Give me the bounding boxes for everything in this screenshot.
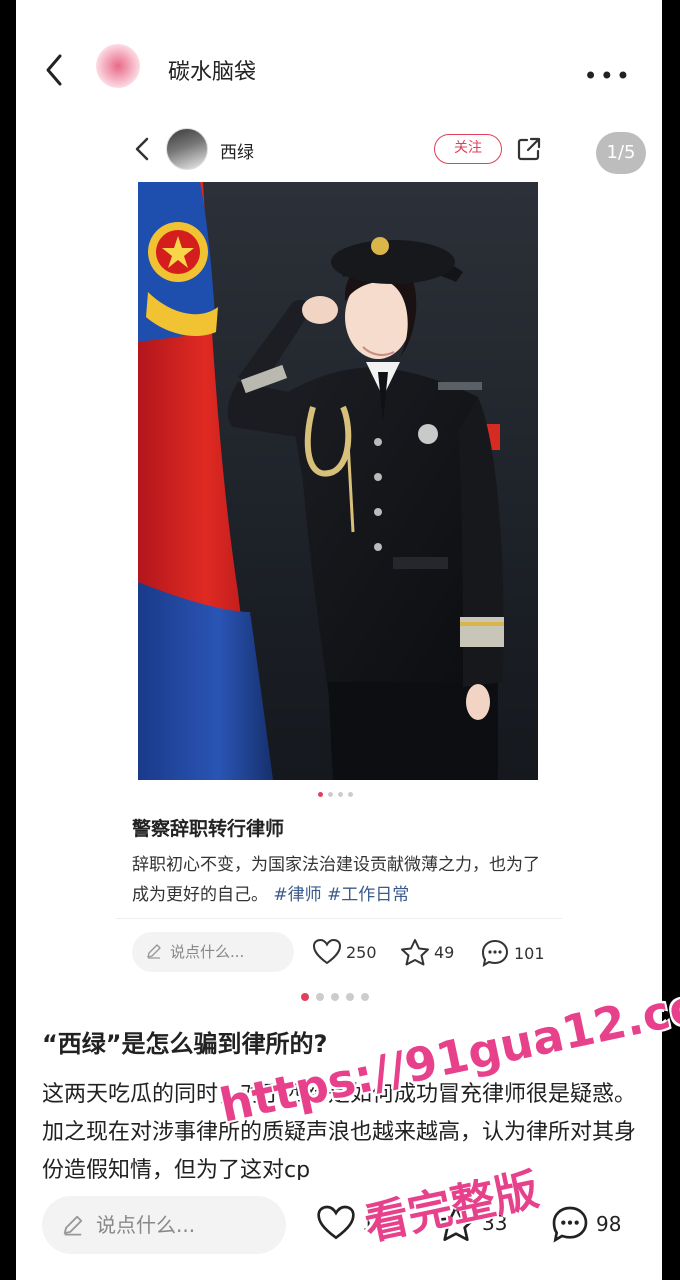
carousel-dot <box>338 792 343 797</box>
comment-bubble-icon <box>552 1206 588 1243</box>
author-avatar[interactable] <box>166 128 208 170</box>
carousel-dot <box>301 993 309 1001</box>
author-name[interactable]: 西绿 <box>220 138 254 163</box>
comment-bubble-icon <box>481 939 509 967</box>
comment-count: 98 <box>596 1212 622 1236</box>
post-tag-lawyer[interactable]: #律师 <box>273 885 321 905</box>
post-body: 辞职初心不变，为国家法治建设贡献微薄之力，也为了成为更好的自己。 #律师 #工作… <box>132 850 552 910</box>
bottom-bar: 说点什么... 118 33 98 <box>16 1180 662 1280</box>
heart-icon <box>317 1205 355 1240</box>
post-back-icon[interactable] <box>132 134 152 164</box>
post-favorite-count: 49 <box>434 942 455 962</box>
screen: 碳水脑袋 ••• 西绿 关注 1/5 警察辞职转行律师 辞职初心不变，为国家法治… <box>16 0 662 1280</box>
post-carousel-dots <box>318 792 353 797</box>
post-favorite-button[interactable]: 49 <box>400 938 454 966</box>
post-comment-count: 101 <box>514 943 545 963</box>
account-name[interactable]: 碳水脑袋 <box>168 54 256 86</box>
carousel-dot <box>316 993 324 1001</box>
back-icon[interactable] <box>40 50 70 90</box>
carousel-dot <box>361 993 369 1001</box>
top-bar: 碳水脑袋 ••• <box>16 30 662 110</box>
post-comment-button[interactable]: 101 <box>480 938 545 968</box>
follow-button[interactable]: 关注 <box>434 134 502 164</box>
article-carousel-dots <box>301 993 369 1001</box>
post-header: 西绿 关注 <box>126 126 546 176</box>
comment-button[interactable]: 98 <box>550 1204 621 1244</box>
post-divider <box>116 918 562 919</box>
more-icon[interactable]: ••• <box>584 62 632 90</box>
article-body: 这两天吃瓜的同时，对于西绿是如何成功冒充律师很是疑惑。加之现在对涉事律所的质疑声… <box>42 1082 637 1183</box>
post-like-count: 250 <box>346 942 377 962</box>
article-title: “西绿”是怎么骗到律所的? <box>42 1030 328 1058</box>
pen-icon <box>147 944 161 959</box>
star-icon <box>401 939 429 966</box>
page-counter: 1/5 <box>596 132 646 174</box>
post-tag-work-daily[interactable]: #工作日常 <box>327 885 409 905</box>
heart-icon <box>312 938 342 965</box>
post-like-button[interactable]: 250 <box>312 938 377 966</box>
post-title: 警察辞职转行律师 <box>132 818 285 840</box>
carousel-dot <box>318 792 323 797</box>
uniformed-woman-photo <box>138 182 504 780</box>
carousel-dot <box>348 792 353 797</box>
share-icon[interactable] <box>516 136 542 162</box>
pen-icon <box>63 1215 83 1236</box>
carousel-dot <box>331 993 339 1001</box>
carousel-dot <box>328 792 333 797</box>
post-photo[interactable] <box>138 182 538 780</box>
comment-placeholder: 说点什么... <box>96 1213 196 1237</box>
carousel-dot <box>346 993 354 1001</box>
post-comment-input[interactable]: 说点什么... <box>132 932 294 972</box>
account-avatar[interactable] <box>96 44 140 88</box>
comment-input[interactable]: 说点什么... <box>42 1196 286 1254</box>
post-comment-placeholder: 说点什么... <box>170 943 245 961</box>
